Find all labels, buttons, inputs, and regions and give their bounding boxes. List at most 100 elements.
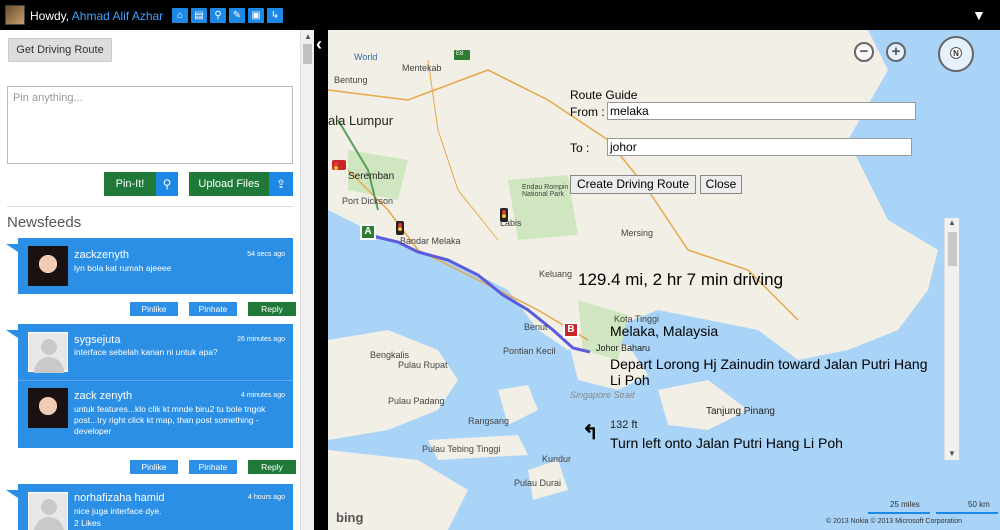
pinlike-button[interactable]: Pinlike bbox=[130, 460, 178, 474]
wrench-icon[interactable]: ✎ bbox=[229, 8, 245, 23]
route-start-pin[interactable]: A bbox=[360, 224, 376, 240]
feed-author[interactable]: norhafizaha hamid bbox=[74, 492, 165, 504]
get-driving-route-button[interactable]: Get Driving Route bbox=[8, 38, 112, 62]
map-label: Benut bbox=[524, 322, 548, 332]
zoom-out-button[interactable]: − bbox=[854, 42, 874, 62]
map[interactable]: World E8 Bentung Mentekab ala Lumpur Ser… bbox=[328, 30, 1000, 530]
feed-time: 54 secs ago bbox=[247, 251, 285, 258]
map-label: Bandar Melaka bbox=[400, 236, 461, 246]
to-input[interactable]: johor bbox=[607, 138, 912, 156]
from-input[interactable]: melaka bbox=[607, 102, 916, 120]
upload-icon[interactable]: ⇪ bbox=[269, 172, 293, 196]
route-guide-title: Route Guide bbox=[570, 88, 638, 102]
compass-control[interactable]: N bbox=[938, 36, 974, 72]
map-label: Pulau Durai bbox=[514, 478, 562, 488]
scroll-thumb[interactable] bbox=[948, 232, 957, 266]
pin-it-button[interactable]: Pin-It! bbox=[104, 172, 156, 196]
upload-files-button[interactable]: Upload Files bbox=[189, 172, 269, 196]
feed-text: interface sebelah kanan ni untuk apa? bbox=[74, 347, 218, 357]
map-label: Seremban bbox=[348, 171, 395, 182]
logout-icon[interactable]: ↳ bbox=[267, 8, 283, 23]
step-distance: 132 ft bbox=[610, 419, 638, 431]
newsfeeds-title: Newsfeeds bbox=[7, 214, 82, 231]
map-copyright: © 2013 Nokia © 2013 Microsoft Corporatio… bbox=[826, 518, 962, 525]
turn-left-icon: ↰ bbox=[582, 422, 599, 444]
land-sumatra bbox=[328, 330, 458, 440]
reply-time: 4 minutes ago bbox=[241, 392, 285, 399]
traffic-incident-icon[interactable] bbox=[332, 160, 346, 170]
list-item: norhafizaha hamid 4 hours ago nice juga … bbox=[18, 484, 293, 530]
feed-text: nice juga interface dye. bbox=[74, 506, 162, 516]
sidebar: Get Driving Route Pin anything... Pin-It… bbox=[0, 30, 300, 530]
scale-bar bbox=[868, 512, 930, 514]
scroll-thumb[interactable] bbox=[303, 44, 312, 64]
search-icon[interactable]: ⚲ bbox=[210, 8, 226, 23]
list-item: sygsejuta 26 minutes ago interface sebel… bbox=[18, 324, 293, 448]
scale-bar bbox=[936, 512, 998, 514]
map-label: Port Dickson bbox=[342, 196, 394, 206]
feed-text: lyn bola kat rumah ajeeee bbox=[74, 263, 172, 273]
greeting: Howdy, Ahmad Alif Azhar bbox=[30, 9, 163, 23]
avatar[interactable] bbox=[5, 5, 25, 25]
feed-author[interactable]: sygsejuta bbox=[74, 334, 120, 346]
home-icon[interactable]: ⌂ bbox=[172, 8, 188, 23]
map-label: Mentekab bbox=[402, 63, 442, 73]
feed-author[interactable]: zackzenyth bbox=[74, 249, 129, 261]
scroll-up-icon[interactable]: ▲ bbox=[948, 218, 956, 227]
collapse-left-icon[interactable]: ‹ bbox=[316, 34, 322, 55]
compass-north-icon: N bbox=[950, 47, 962, 59]
bing-logo[interactable]: bing bbox=[336, 510, 363, 525]
feed-time: 26 minutes ago bbox=[237, 336, 285, 343]
scroll-down-icon[interactable]: ▼ bbox=[948, 449, 956, 458]
feed-tail bbox=[6, 244, 18, 252]
map-label: Bentung bbox=[334, 75, 368, 85]
avatar[interactable] bbox=[28, 332, 68, 373]
map-label: Rangsang bbox=[468, 416, 510, 426]
map-label: Pulau Rupat bbox=[398, 360, 448, 370]
pinhate-button[interactable]: Pinhate bbox=[189, 302, 237, 316]
avatar[interactable] bbox=[28, 388, 68, 428]
scroll-up-icon[interactable]: ▲ bbox=[304, 32, 312, 41]
route-destination: Melaka, Malaysia bbox=[610, 323, 719, 339]
chevron-down-icon[interactable]: ▼ bbox=[972, 7, 990, 23]
list-item: zackzenyth 54 secs ago lyn bola kat ruma… bbox=[18, 238, 293, 294]
map-label: Bengkalis bbox=[370, 350, 410, 360]
traffic-light-icon[interactable] bbox=[500, 208, 508, 222]
pin-input[interactable]: Pin anything... bbox=[7, 86, 293, 164]
reply-button[interactable]: Reply bbox=[248, 460, 296, 474]
top-bar: Howdy, Ahmad Alif Azhar ⌂ ▤ ⚲ ✎ ▣ ↳ ▼ bbox=[0, 0, 1000, 30]
pinhate-button[interactable]: Pinhate bbox=[189, 460, 237, 474]
close-button[interactable]: Close bbox=[700, 175, 742, 194]
map-label: E8 bbox=[456, 51, 464, 57]
direction-step: Turn left onto Jalan Putri Hang Li Poh bbox=[610, 435, 843, 451]
route-guide-panel: Route Guide From : melaka To : johor Cre… bbox=[562, 86, 918, 218]
map-label: ala Lumpur bbox=[328, 113, 394, 128]
map-label: World bbox=[354, 52, 378, 62]
avatar[interactable] bbox=[28, 492, 68, 530]
directions-scrollbar[interactable]: ▲ ▼ bbox=[944, 218, 959, 460]
sidebar-scrollbar[interactable]: ▲ bbox=[300, 30, 314, 530]
newspaper-icon[interactable]: ▤ bbox=[191, 8, 207, 23]
divider bbox=[7, 206, 293, 207]
inbox-icon[interactable]: ▣ bbox=[248, 8, 264, 23]
reply-author[interactable]: zack zenyth bbox=[74, 390, 132, 402]
map-label: Pulau Padang bbox=[388, 396, 445, 406]
greeting-text: Howdy, bbox=[30, 9, 72, 23]
direction-step: Depart Lorong Hj Zainudin toward Jalan P… bbox=[610, 356, 928, 388]
from-label: From : bbox=[570, 105, 605, 119]
divider bbox=[18, 380, 293, 381]
username-link[interactable]: Ahmad Alif Azhar bbox=[72, 9, 163, 23]
reply-button[interactable]: Reply bbox=[248, 302, 296, 316]
panel-divider bbox=[314, 30, 328, 530]
scale-miles: 25 miles bbox=[890, 500, 920, 509]
feed-tail bbox=[6, 490, 18, 498]
zoom-in-button[interactable]: + bbox=[886, 42, 906, 62]
create-driving-route-button[interactable]: Create Driving Route bbox=[570, 175, 696, 194]
feed-tail bbox=[6, 330, 18, 338]
traffic-light-icon[interactable] bbox=[396, 221, 404, 235]
avatar[interactable] bbox=[28, 246, 68, 286]
pinlike-button[interactable]: Pinlike bbox=[130, 302, 178, 316]
feed-time: 4 hours ago bbox=[248, 494, 285, 501]
directions-panel: 129.4 mi, 2 hr 7 min driving Melaka, Mal… bbox=[562, 218, 962, 460]
map-marker-icon[interactable]: ⚲ bbox=[156, 172, 178, 196]
